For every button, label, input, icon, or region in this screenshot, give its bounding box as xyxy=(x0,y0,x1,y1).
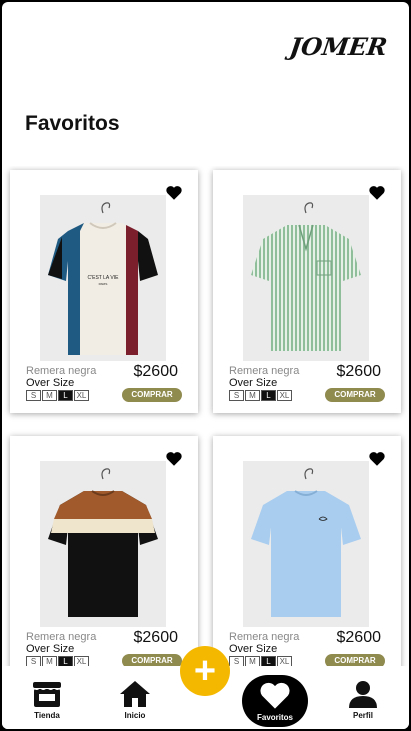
product-name: Remera negra xyxy=(229,365,300,377)
nav-label: Tienda xyxy=(34,711,60,720)
product-fit: Over Size xyxy=(229,643,278,655)
user-icon xyxy=(349,681,377,708)
product-image xyxy=(243,461,369,627)
buy-button[interactable]: COMPRAR xyxy=(325,388,385,402)
add-button[interactable]: + xyxy=(180,646,230,696)
size-selector: S M L XL xyxy=(229,390,293,401)
nav-item-tienda[interactable]: Tienda xyxy=(17,680,77,720)
nav-item-inicio[interactable]: Inicio xyxy=(105,680,165,720)
product-price: $2600 xyxy=(133,363,179,380)
svg-text:PARIS: PARIS xyxy=(99,282,108,286)
size-selector: S M L XL xyxy=(26,390,90,401)
size-option[interactable]: S xyxy=(229,390,244,401)
svg-text:C'EST LA VIE: C'EST LA VIE xyxy=(88,275,120,281)
size-option[interactable]: S xyxy=(26,390,41,401)
product-image xyxy=(40,461,166,627)
product-image xyxy=(243,195,369,361)
heart-icon[interactable] xyxy=(368,184,386,202)
product-name: Remera negra xyxy=(26,365,97,377)
nav-label: Perfil xyxy=(352,711,373,720)
buy-button[interactable]: COMPRAR xyxy=(122,388,182,402)
product-card[interactable]: C'EST LA VIE PARIS Remera negra $2600 Ov… xyxy=(10,170,198,413)
product-price: $2600 xyxy=(336,629,382,646)
size-option[interactable]: M xyxy=(245,390,260,401)
favorites-grid: C'EST LA VIE PARIS Remera negra $2600 Ov… xyxy=(2,166,409,668)
heart-icon[interactable] xyxy=(165,450,183,468)
size-option[interactable]: XL xyxy=(277,390,292,401)
heart-icon[interactable] xyxy=(165,184,183,202)
product-name: Remera negra xyxy=(229,631,300,643)
home-icon xyxy=(120,681,150,707)
product-card[interactable]: Remera negra $2600 Over Size S M L XL CO… xyxy=(213,436,401,668)
page-title: Favoritos xyxy=(25,112,120,135)
product-card[interactable]: Remera negra $2600 Over Size S M L XL CO… xyxy=(10,436,198,668)
size-option[interactable]: M xyxy=(42,390,57,401)
product-image: C'EST LA VIE PARIS xyxy=(40,195,166,361)
product-price: $2600 xyxy=(133,629,179,646)
heart-icon[interactable] xyxy=(368,450,386,468)
product-fit: Over Size xyxy=(26,643,75,655)
size-option[interactable]: XL xyxy=(74,390,89,401)
nav-label: Favoritos xyxy=(256,713,293,722)
size-option-selected[interactable]: L xyxy=(261,390,276,401)
heart-icon xyxy=(260,682,290,709)
store-icon xyxy=(33,682,61,707)
product-price: $2600 xyxy=(336,363,382,380)
product-fit: Over Size xyxy=(229,377,278,389)
brand-logo: JOMER xyxy=(287,32,390,61)
nav-label: Inicio xyxy=(124,711,146,720)
product-name: Remera negra xyxy=(26,631,97,643)
nav-item-favoritos[interactable]: Favoritos xyxy=(245,680,305,722)
product-card[interactable]: Remera negra $2600 Over Size S M L XL CO… xyxy=(213,170,401,413)
nav-item-perfil[interactable]: Perfil xyxy=(333,680,393,720)
product-fit: Over Size xyxy=(26,377,75,389)
app-screen: JOMER Favoritos C'EST LA VIE PARIS Remer… xyxy=(2,2,409,729)
size-option-selected[interactable]: L xyxy=(58,390,73,401)
